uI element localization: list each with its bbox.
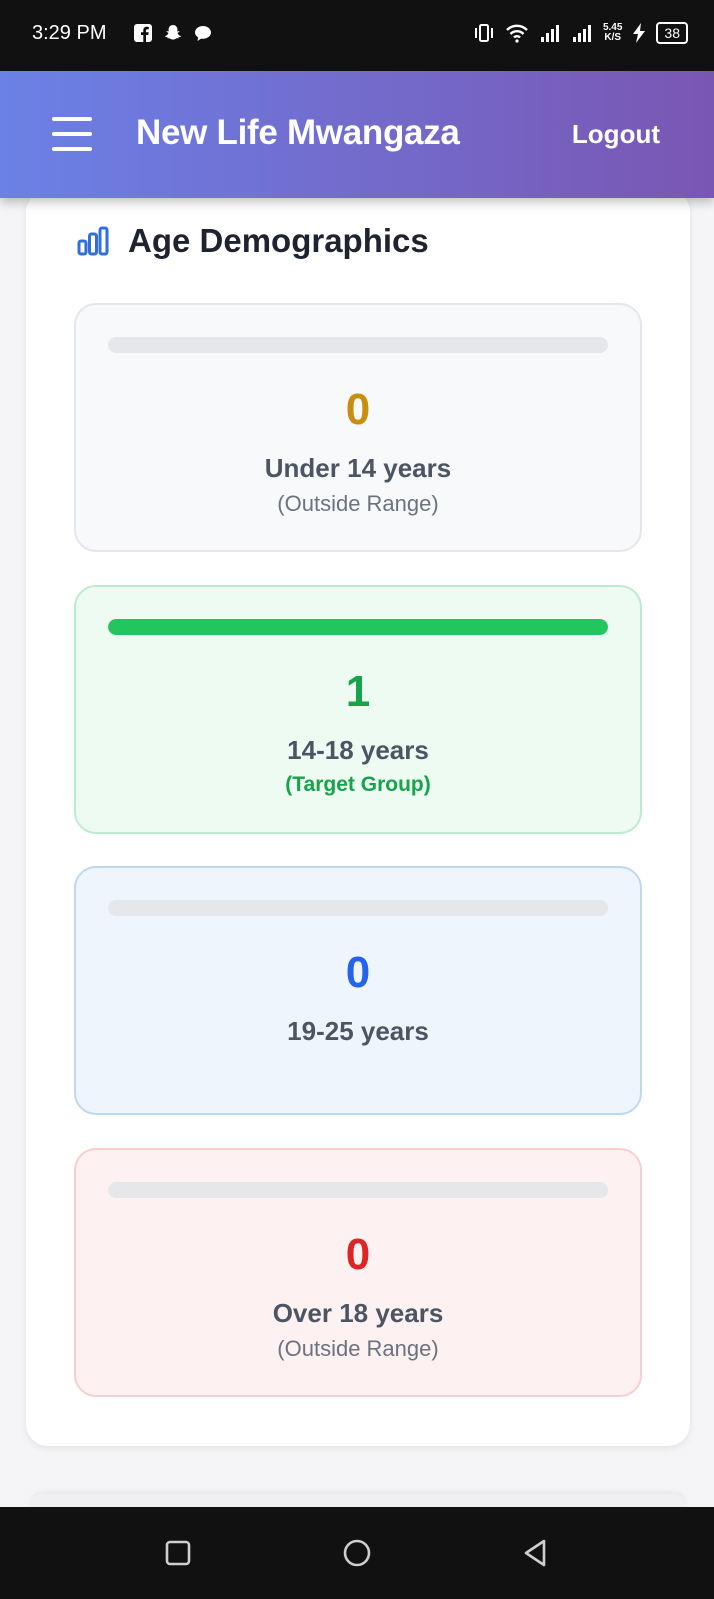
stat-label: Under 14 years bbox=[264, 453, 452, 483]
recents-square-icon[interactable] bbox=[158, 1533, 198, 1573]
status-right: 5.45 K/S 38 bbox=[473, 22, 688, 44]
section-title: Age Demographics bbox=[128, 222, 429, 259]
stat-label: 19-25 years bbox=[287, 1016, 429, 1046]
hamburger-menu-icon[interactable] bbox=[52, 117, 92, 151]
facebook-icon bbox=[134, 24, 152, 42]
wifi-icon bbox=[506, 24, 528, 43]
age-group-card-19-25: 0 19-25 years bbox=[74, 866, 642, 1115]
vibrate-icon bbox=[474, 24, 493, 42]
age-group-card-over-18: 0 Over 18 years (Outside Range) bbox=[74, 1148, 642, 1397]
signal-icon-2 bbox=[572, 25, 591, 42]
stat-label: Over 18 years bbox=[272, 1298, 444, 1328]
progress-track bbox=[108, 619, 608, 635]
progress-track bbox=[108, 900, 608, 916]
age-group-card-under-14: 0 Under 14 years (Outside Range) bbox=[74, 303, 642, 552]
stat-value: 0 bbox=[345, 948, 371, 997]
status-bar: 3:29 PM 5.45 K/S 38 bbox=[0, 0, 714, 71]
progress-track bbox=[108, 337, 608, 353]
stat-value: 1 bbox=[345, 667, 371, 716]
app-title: New Life Mwangaza bbox=[136, 113, 460, 152]
age-demographics-card: Age Demographics 0 Under 14 years (Outsi… bbox=[26, 190, 690, 1446]
chat-bubble-icon bbox=[195, 26, 211, 41]
stat-label: 14-18 years bbox=[287, 735, 429, 765]
bar-chart-icon bbox=[77, 226, 109, 256]
battery-indicator: 38 bbox=[656, 22, 688, 44]
status-time: 3:29 PM bbox=[32, 22, 107, 44]
stat-sublabel: (Outside Range) bbox=[277, 491, 439, 516]
stat-value: 0 bbox=[345, 1230, 371, 1279]
notification-icons bbox=[134, 24, 212, 42]
app-header: New Life Mwangaza Logout bbox=[0, 71, 714, 198]
age-group-card-14-18: 1 14-18 years (Target Group) bbox=[74, 585, 642, 834]
back-triangle-icon[interactable] bbox=[516, 1533, 556, 1573]
progress-track bbox=[108, 1182, 608, 1198]
system-nav-bar bbox=[0, 1507, 714, 1599]
snapchat-icon bbox=[165, 25, 181, 40]
section-header: Age Demographics bbox=[76, 222, 429, 260]
next-card-edge bbox=[30, 1494, 686, 1508]
stat-sublabel: (Outside Range) bbox=[277, 1336, 439, 1361]
stat-value: 0 bbox=[345, 385, 371, 434]
network-speed: 5.45 K/S bbox=[602, 22, 623, 43]
signal-icon-1 bbox=[540, 25, 559, 42]
home-circle-icon[interactable] bbox=[337, 1533, 377, 1573]
logout-button[interactable]: Logout bbox=[572, 119, 660, 150]
charging-bolt-icon bbox=[633, 23, 646, 43]
stat-sublabel: (Target Group) bbox=[285, 773, 431, 796]
progress-fill bbox=[108, 619, 608, 635]
